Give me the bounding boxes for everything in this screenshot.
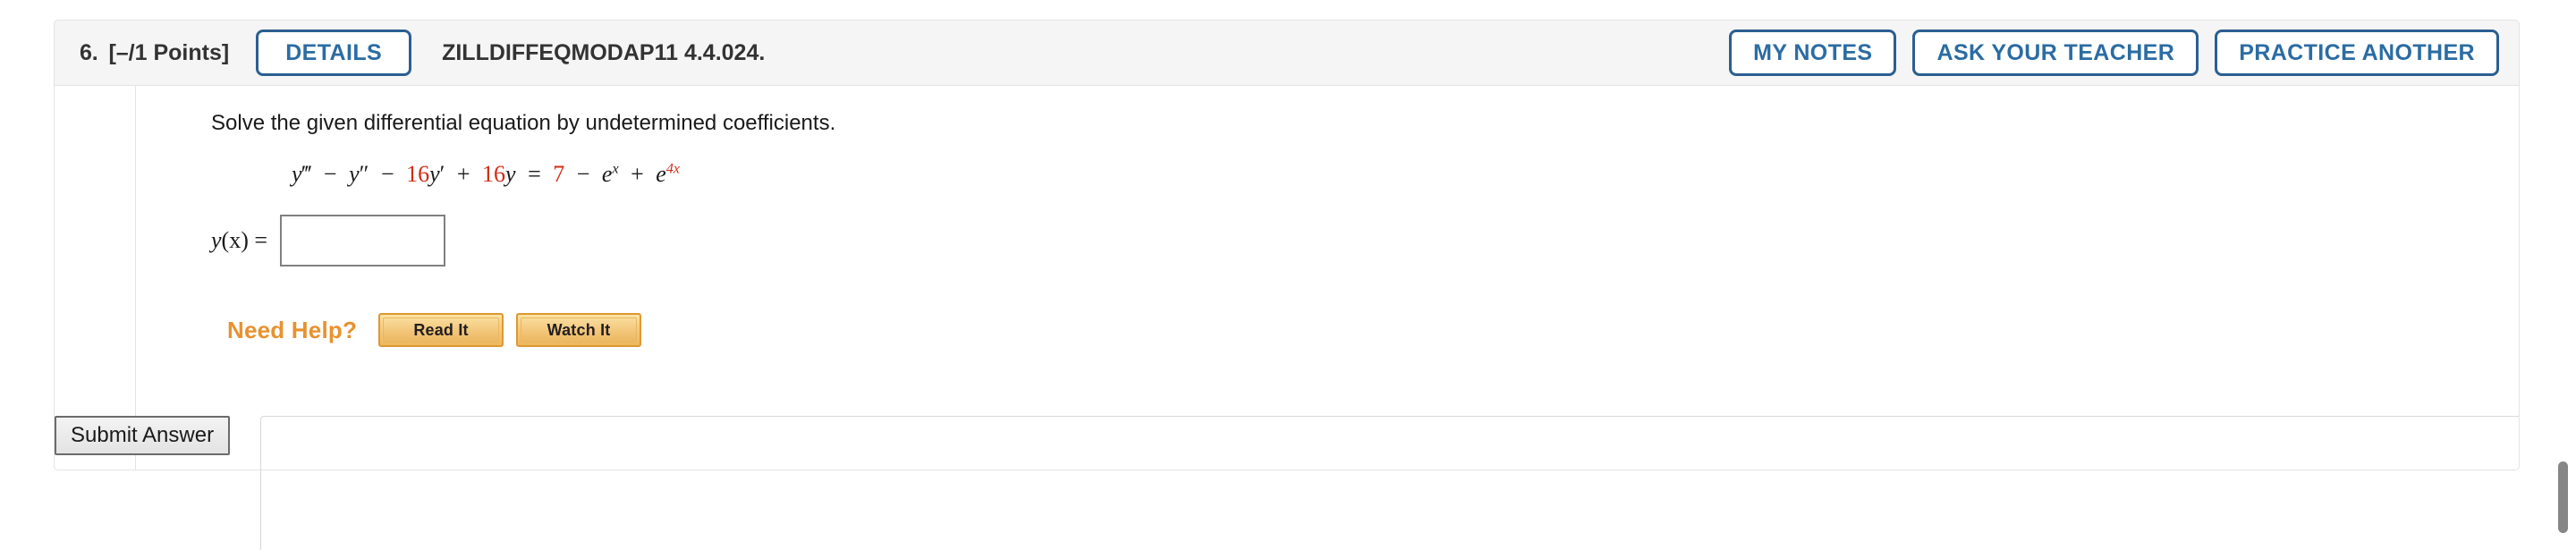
submit-frame-divider: [260, 416, 2519, 550]
question-header-left: 6. [–/1 Points] DETAILS ZILLDIFFEQMODAP1…: [80, 30, 1729, 76]
page-scrollbar-track[interactable]: [2558, 0, 2572, 537]
equation-y2-primes: ″: [359, 161, 369, 188]
answer-row: y(x) =: [211, 215, 2519, 267]
equation-exp-1: x: [612, 161, 619, 177]
equation-y3: y: [292, 161, 302, 188]
page-scrollbar-thumb[interactable]: [2558, 461, 2568, 533]
read-it-label: Read It: [383, 317, 500, 343]
submit-answer-button[interactable]: Submit Answer: [55, 416, 231, 455]
points-label: [–/1 Points]: [108, 39, 230, 65]
equation-minus-3: −: [576, 161, 590, 188]
need-help-label: Need Help?: [227, 316, 358, 343]
my-notes-button[interactable]: MY NOTES: [1729, 30, 1897, 76]
question-number: 6.: [80, 39, 98, 65]
watch-it-label: Watch It: [521, 317, 638, 343]
equation-y3-primes: ‴: [301, 161, 312, 188]
need-help-row: Need Help? Read It Watch It: [227, 313, 2519, 348]
equation-exp-2: 4x: [665, 161, 681, 177]
equation-exp-base-2: e: [656, 161, 666, 188]
practice-another-button[interactable]: PRACTICE ANOTHER: [2215, 30, 2499, 76]
read-it-button[interactable]: Read It: [378, 313, 504, 348]
answer-label-function: y: [211, 227, 222, 254]
equation-y2: y: [349, 161, 360, 188]
equation-plus-1: +: [456, 161, 470, 188]
question-container: 6. [–/1 Points] DETAILS ZILLDIFFEQMODAP1…: [54, 20, 2520, 550]
problem-prompt: Solve the given differential equation by…: [211, 111, 836, 135]
watch-it-button[interactable]: Watch It: [516, 313, 642, 348]
equation-plus-2: +: [631, 161, 644, 188]
differential-equation: y‴ − y″ − 16y′ + 16y = 7 − ex + e4x: [292, 161, 2519, 188]
equation-coefficient-16b: 16: [482, 161, 506, 188]
equation-y1-prime: ′: [439, 161, 445, 188]
textbook-code: ZILLDIFFEQMODAP11 4.4.024.: [442, 39, 766, 65]
equation-minus-1: −: [323, 161, 337, 188]
equation-coefficient-16a: 16: [406, 161, 430, 188]
question-header-actions: MY NOTES ASK YOUR TEACHER PRACTICE ANOTH…: [1729, 30, 2499, 76]
submit-area: Submit Answer: [55, 405, 2519, 550]
equation-y1: y: [429, 161, 440, 188]
equation-y0: y: [505, 161, 516, 188]
equation-equals: =: [528, 161, 541, 188]
answer-label: y(x) =: [211, 227, 267, 254]
question-header: 6. [–/1 Points] DETAILS ZILLDIFFEQMODAP1…: [54, 20, 2520, 86]
equation-exp-base-1: e: [601, 161, 613, 188]
answer-input[interactable]: [280, 215, 446, 267]
details-button[interactable]: DETAILS: [256, 30, 412, 76]
question-body: Solve the given differential equation by…: [54, 86, 2520, 550]
equation-constant-7: 7: [553, 161, 565, 188]
equation-minus-2: −: [380, 161, 394, 188]
answer-label-rest: (x) =: [221, 227, 268, 254]
ask-your-teacher-button[interactable]: ASK YOUR TEACHER: [1912, 30, 2199, 76]
